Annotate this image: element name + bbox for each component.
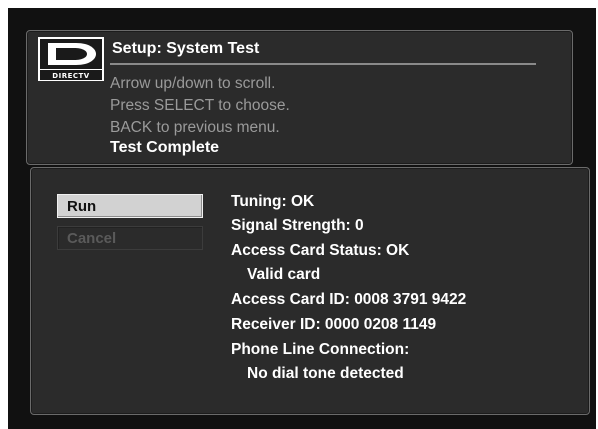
- screen: DIRECTV Setup: System Test Arrow up/down…: [0, 0, 598, 429]
- result-valid-card: Valid card: [247, 266, 321, 283]
- result-access-card-status: Access Card Status: OK: [231, 242, 410, 259]
- run-button[interactable]: Run: [57, 194, 203, 218]
- page-title: Setup: System Test: [112, 40, 260, 57]
- instruction-back: BACK to previous menu.: [110, 119, 280, 136]
- result-signal-strength: Signal Strength: 0: [231, 217, 364, 234]
- test-status: Test Complete: [110, 139, 220, 156]
- result-phone-line-label: Phone Line Connection:: [231, 341, 410, 358]
- instruction-scroll: Arrow up/down to scroll.: [110, 75, 276, 92]
- cancel-button[interactable]: Cancel: [57, 226, 203, 250]
- result-tuning: Tuning: OK: [231, 193, 315, 210]
- directv-logo: DIRECTV: [38, 37, 104, 81]
- title-divider: [110, 63, 536, 65]
- result-receiver-id: Receiver ID: 0000 0208 1149: [231, 316, 437, 333]
- result-access-card-id: Access Card ID: 0008 3791 9422: [231, 291, 467, 308]
- result-phone-line-status: No dial tone detected: [247, 365, 404, 382]
- instruction-select: Press SELECT to choose.: [110, 97, 290, 114]
- header-panel: [26, 30, 573, 165]
- logo-text: DIRECTV: [52, 72, 90, 80]
